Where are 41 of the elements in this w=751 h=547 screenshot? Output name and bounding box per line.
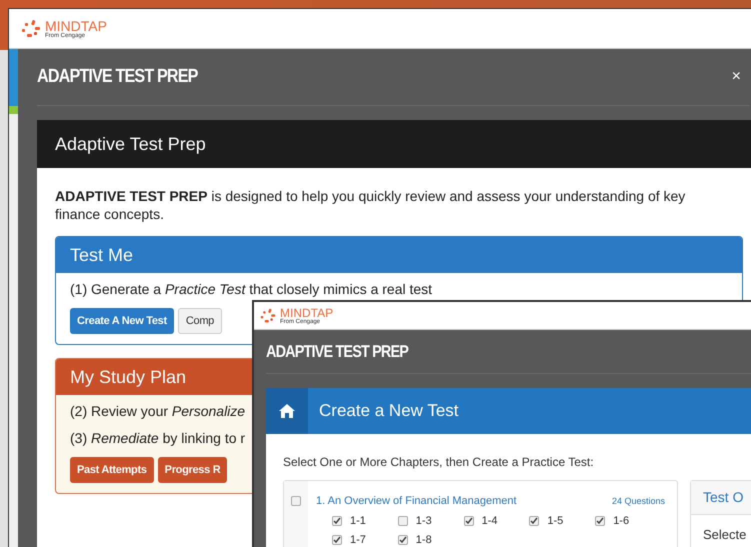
section-label: 1-3 (416, 514, 432, 528)
window-title: ADAPTIVE TEST PREP (266, 340, 408, 363)
action-button[interactable]: Past Attempts (70, 457, 154, 483)
section-label: 1-7 (350, 533, 366, 547)
chapter-checkbox[interactable] (291, 496, 301, 506)
section-checkbox[interactable] (332, 516, 342, 526)
side-panel-title: Test O (703, 488, 744, 507)
action-button[interactable]: Progress R (158, 457, 228, 483)
logo-icon (21, 18, 41, 38)
section-title: My Study Plan (70, 366, 186, 389)
chapter-link[interactable]: 1. An Overview of Financial Management (316, 493, 517, 510)
section-text: (3) Remediate by linking to r (70, 429, 246, 448)
section-label: 1-1 (350, 514, 366, 528)
section-checkbox[interactable] (529, 516, 540, 526)
instruction-text: Select One or More Chapters, then Create a Practice Test: (283, 454, 595, 471)
section-title: Test Me (70, 244, 134, 266)
card-title: Adaptive Test Prep (55, 132, 206, 156)
section-checkbox[interactable] (595, 516, 606, 526)
side-panel-text: Selecte (702, 526, 748, 544)
home-icon (278, 403, 296, 419)
logo-name: MINDTAP (45, 18, 107, 32)
intro-text: ADAPTIVE TEST PREP is designed to help you quickly review and assess your understanding of key finance concepts. (55, 187, 686, 223)
section-text: (2) Review your Personalize (70, 402, 246, 421)
action-button[interactable]: Comp (178, 308, 222, 334)
section-checkbox[interactable] (398, 535, 408, 546)
section-checkbox[interactable] (464, 516, 474, 526)
question-count: 24 Questions (612, 494, 665, 508)
close-button[interactable]: × (732, 65, 741, 89)
page-header: Create a New Test (319, 400, 459, 422)
window-title: ADAPTIVE TEST PREP (37, 64, 198, 89)
section-label: 1-4 (482, 514, 498, 528)
section-label: 1-8 (416, 533, 432, 547)
logo-name: MINDTAP (280, 306, 334, 318)
section-checkbox[interactable] (332, 535, 342, 546)
section-label: 1-5 (547, 514, 564, 528)
home-button[interactable] (266, 388, 308, 434)
section-checkbox[interactable] (398, 516, 408, 526)
section-label: 1-6 (613, 514, 630, 528)
action-button[interactable]: Create A New Test (70, 308, 174, 334)
logo-icon (260, 308, 276, 324)
section-text: (1) Generate a Practice Test that closely mimics a real test (70, 280, 432, 299)
